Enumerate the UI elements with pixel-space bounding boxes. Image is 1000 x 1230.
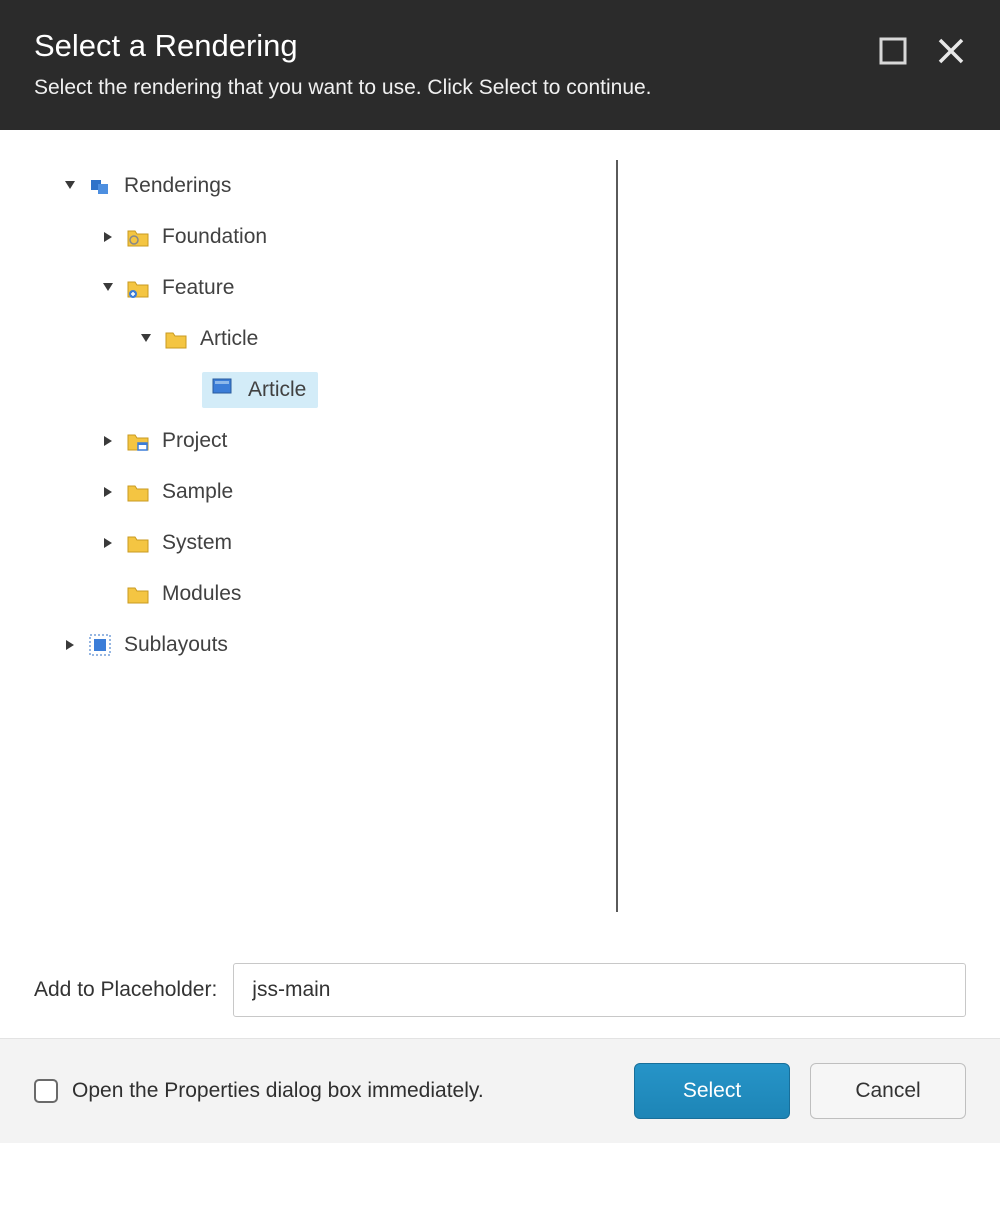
renderings-tree: Renderings Foundation	[60, 160, 606, 670]
expander-icon[interactable]	[98, 482, 118, 502]
tree-label: Sample	[162, 480, 233, 504]
tree-label: Feature	[162, 276, 234, 300]
tree-node-modules[interactable]: Modules	[60, 568, 606, 619]
tree-label: Project	[162, 429, 227, 453]
folder-icon	[126, 531, 150, 555]
tree-node-project[interactable]: Project	[60, 415, 606, 466]
tree-node-sample[interactable]: Sample	[60, 466, 606, 517]
tree-label: Renderings	[124, 174, 231, 198]
tree-node-article-item[interactable]: Article	[60, 364, 606, 415]
dialog-header: Select a Rendering Select the rendering …	[0, 0, 1000, 130]
open-properties-label: Open the Properties dialog box immediate…	[72, 1079, 484, 1103]
dialog-body: Renderings Foundation	[0, 130, 1000, 942]
placeholder-label: Add to Placeholder:	[34, 978, 217, 1002]
tree-label: System	[162, 531, 232, 555]
expander-icon[interactable]	[98, 431, 118, 451]
expander-icon[interactable]	[98, 278, 118, 298]
expander-icon[interactable]	[60, 176, 80, 196]
tree-label: Foundation	[162, 225, 267, 249]
tree-node-system[interactable]: System	[60, 517, 606, 568]
folder-icon	[126, 480, 150, 504]
close-button[interactable]	[936, 36, 966, 66]
tree-node-article-folder[interactable]: Article	[60, 313, 606, 364]
folder-icon	[164, 327, 188, 351]
sublayout-icon	[88, 633, 112, 657]
placeholder-row: Add to Placeholder:	[0, 942, 1000, 1038]
tree-node-feature[interactable]: Feature	[60, 262, 606, 313]
dialog-footer: Open the Properties dialog box immediate…	[0, 1038, 1000, 1143]
open-properties-checkbox[interactable]	[34, 1079, 58, 1103]
tree-node-foundation[interactable]: Foundation	[60, 211, 606, 262]
rendering-icon	[212, 378, 236, 402]
folder-gear-icon	[126, 225, 150, 249]
tree-label: Sublayouts	[124, 633, 228, 657]
tree-panel: Renderings Foundation	[60, 160, 618, 912]
folder-window-icon	[126, 429, 150, 453]
tree-label: Modules	[162, 582, 241, 606]
header-controls	[878, 36, 966, 66]
folder-plus-icon	[126, 276, 150, 300]
expander-icon[interactable]	[60, 635, 80, 655]
tree-node-renderings[interactable]: Renderings	[60, 160, 606, 211]
close-icon	[936, 36, 966, 66]
cancel-button[interactable]: Cancel	[810, 1063, 966, 1119]
folder-icon	[126, 582, 150, 606]
tree-node-sublayouts[interactable]: Sublayouts	[60, 619, 606, 670]
maximize-button[interactable]	[878, 36, 908, 66]
maximize-icon	[878, 36, 908, 66]
tree-label: Article	[200, 327, 258, 351]
tree-label: Article	[248, 378, 306, 402]
puzzle-icon	[88, 174, 112, 198]
placeholder-input[interactable]	[233, 963, 966, 1017]
select-button[interactable]: Select	[634, 1063, 790, 1119]
expander-icon[interactable]	[136, 329, 156, 349]
dialog-title: Select a Rendering	[34, 28, 966, 64]
open-properties-option[interactable]: Open the Properties dialog box immediate…	[34, 1079, 634, 1103]
expander-icon[interactable]	[98, 227, 118, 247]
dialog-subtitle: Select the rendering that you want to us…	[34, 76, 966, 100]
expander-icon[interactable]	[98, 533, 118, 553]
